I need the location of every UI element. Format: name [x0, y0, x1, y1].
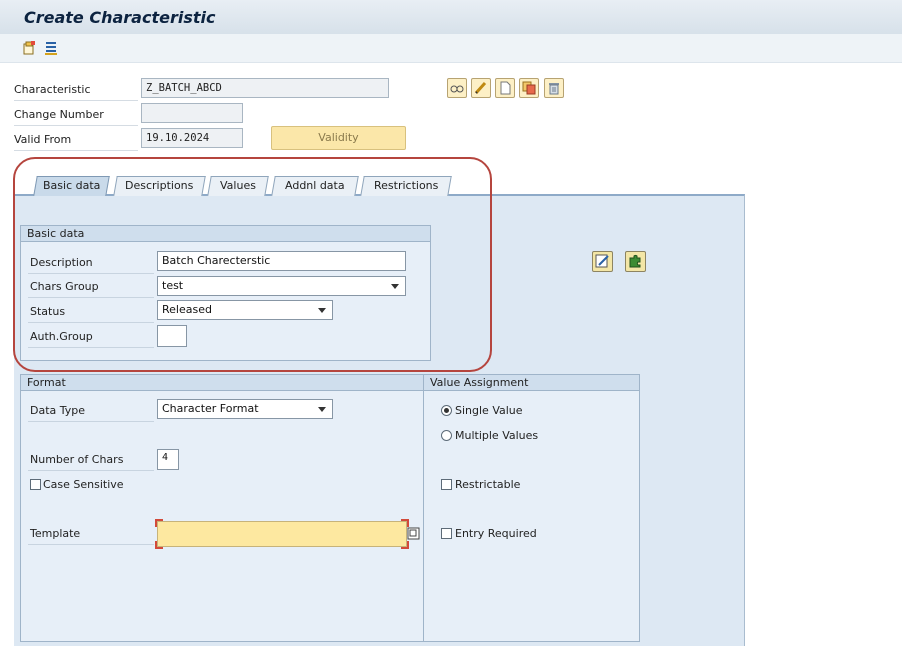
puzzle-icon[interactable] [625, 251, 646, 272]
row-divider [28, 544, 154, 545]
validity-button[interactable]: Validity [271, 126, 406, 150]
characteristic-label: Characteristic [14, 83, 91, 96]
format-group-title: Format [21, 375, 423, 391]
multiple-values-radio[interactable] [441, 430, 452, 441]
entry-required-checkbox[interactable] [441, 528, 452, 539]
status-select[interactable]: Released [157, 300, 333, 320]
tab-basic-data[interactable]: Basic data [33, 176, 110, 196]
required-marker [401, 519, 409, 527]
valid-from-field[interactable]: 19.10.2024 [141, 128, 243, 148]
single-value-radio[interactable] [441, 405, 452, 416]
template-input[interactable] [157, 521, 407, 547]
multiple-values-label: Multiple Values [455, 429, 539, 442]
tab-restrictions[interactable]: Restrictions [360, 176, 452, 196]
description-label: Description [30, 256, 93, 269]
row-divider [14, 150, 138, 151]
row-divider [28, 347, 154, 348]
num-chars-input[interactable]: 4 [157, 449, 179, 470]
change-number-field[interactable] [141, 103, 243, 123]
edit-pencil-icon[interactable] [471, 78, 491, 98]
change-number-label: Change Number [14, 108, 104, 121]
row-divider [28, 322, 154, 323]
row-divider [28, 470, 154, 471]
row-divider [14, 125, 138, 126]
auth-group-label: Auth.Group [30, 330, 93, 343]
entry-required-label: Entry Required [455, 527, 537, 540]
required-marker [155, 541, 163, 549]
data-type-value: Character Format [162, 402, 259, 415]
row-divider [14, 100, 138, 101]
valid-from-label: Valid From [14, 133, 72, 146]
single-value-label: Single Value [455, 404, 523, 417]
row-divider [28, 273, 154, 274]
status-label: Status [30, 305, 66, 318]
data-type-select[interactable]: Character Format [157, 399, 333, 419]
chevron-down-icon[interactable] [318, 308, 326, 313]
template-label: Template [30, 527, 81, 540]
case-sensitive-checkbox[interactable] [30, 479, 41, 490]
characteristic-field[interactable]: Z_BATCH_ABCD [141, 78, 389, 98]
num-chars-label: Number of Chars [30, 453, 124, 466]
row-divider [28, 421, 154, 422]
copy-icon[interactable] [519, 78, 539, 98]
status-value: Released [162, 303, 212, 316]
page-title: Create Characteristic [24, 8, 216, 27]
tab-addnl-data[interactable]: Addnl data [271, 176, 359, 196]
chars-group-label: Chars Group [30, 280, 99, 293]
required-marker [155, 519, 163, 527]
restrictable-checkbox[interactable] [441, 479, 452, 490]
chevron-down-icon[interactable] [391, 284, 399, 289]
display-icon[interactable] [447, 78, 467, 98]
tab-values[interactable]: Values [207, 176, 269, 196]
data-type-label: Data Type [30, 404, 86, 417]
create-document-icon[interactable] [495, 78, 515, 98]
value-help-icon[interactable] [407, 527, 420, 540]
delete-trash-icon[interactable] [544, 78, 564, 98]
chars-group-value: test [162, 279, 184, 292]
tab-descriptions[interactable]: Descriptions [113, 176, 206, 196]
chevron-down-icon[interactable] [318, 407, 326, 412]
hierarchy-icon[interactable] [43, 40, 59, 56]
edit-text-icon[interactable] [592, 251, 613, 272]
auth-group-input[interactable] [157, 325, 187, 347]
application-toolbar [0, 34, 902, 63]
description-input[interactable]: Batch Charecterstic [157, 251, 406, 271]
value-assignment-group-title: Value Assignment [424, 375, 639, 391]
restrictable-label: Restrictable [455, 478, 521, 491]
basic-data-group-title: Basic data [21, 226, 430, 242]
required-marker [401, 541, 409, 549]
new-document-icon[interactable] [21, 40, 37, 56]
case-sensitive-label: Case Sensitive [43, 478, 124, 491]
chars-group-select[interactable]: test [157, 276, 406, 296]
row-divider [28, 297, 154, 298]
